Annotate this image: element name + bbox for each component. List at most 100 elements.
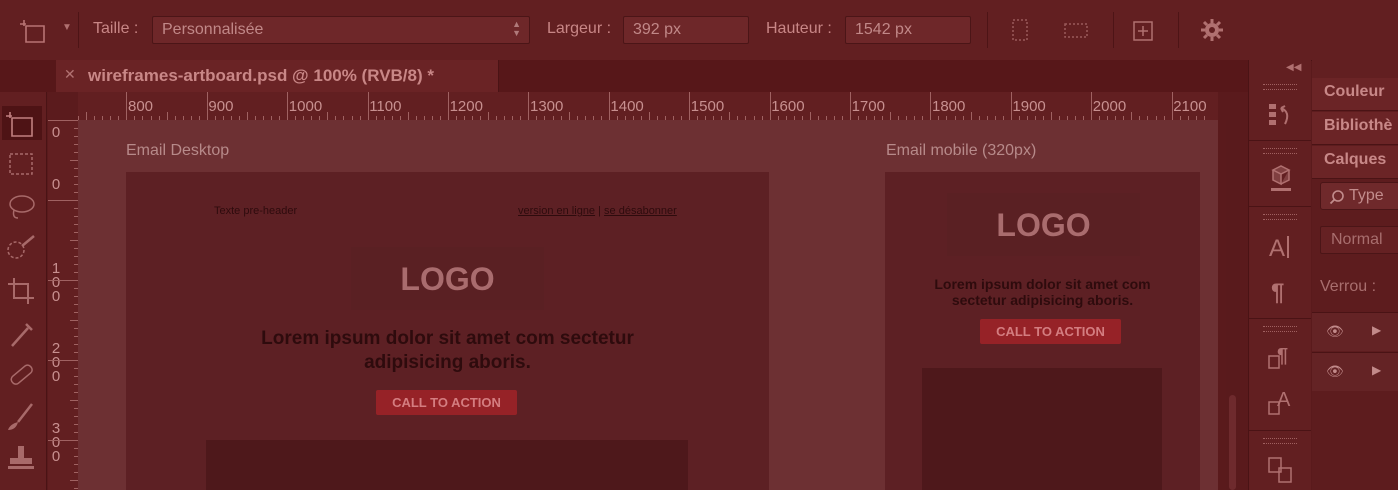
chevron-down-icon[interactable]: ▼ bbox=[62, 22, 72, 33]
ruler-corner bbox=[48, 92, 78, 120]
tab-color[interactable]: Couleur bbox=[1312, 78, 1398, 111]
headline-line-2: adipisicing aboris. bbox=[364, 352, 531, 373]
lock-label: Verrou : bbox=[1320, 278, 1377, 295]
healing-brush-tool-icon[interactable] bbox=[2, 358, 42, 392]
updown-arrows-icon: ▲ ▼ bbox=[512, 19, 521, 38]
paragraph-icon[interactable]: ¶ bbox=[1263, 274, 1297, 308]
3d-object-icon[interactable] bbox=[1263, 162, 1297, 196]
height-value: 1542 px bbox=[855, 21, 912, 38]
ruler-tick bbox=[48, 360, 78, 361]
search-icon bbox=[1329, 190, 1344, 205]
online-version-link[interactable]: version en ligne bbox=[518, 205, 595, 217]
ruler-tick bbox=[970, 112, 972, 120]
tab-libraries[interactable]: Bibliothè bbox=[1312, 112, 1398, 145]
document-tab[interactable]: ✕ wireframes-artboard.psd @ 100% (RVB/8)… bbox=[56, 60, 499, 92]
history-icon[interactable] bbox=[1263, 98, 1297, 132]
panel-icon-strip: ◀◀ A ¶ ¶ A bbox=[1248, 60, 1311, 490]
ruler-label: 1400 bbox=[610, 98, 644, 115]
tab-libraries-label: Bibliothè bbox=[1324, 117, 1393, 134]
character-icon[interactable]: A bbox=[1263, 230, 1297, 264]
eye-icon[interactable]: 👁 bbox=[1326, 363, 1344, 380]
call-to-action-button[interactable]: CALL TO ACTION bbox=[376, 390, 517, 415]
headline-line-1: Lorem ipsum dolor sit amet com bbox=[934, 276, 1151, 292]
artboard-label-desktop[interactable]: Email Desktop bbox=[126, 142, 229, 160]
call-to-action-button[interactable]: CALL TO ACTION bbox=[980, 319, 1121, 344]
headline-line-1: Lorem ipsum dolor sit amet com sectetur bbox=[261, 328, 634, 349]
ruler-label: 2 0 0 bbox=[51, 340, 61, 385]
panel-grip[interactable] bbox=[1263, 84, 1297, 90]
logo-placeholder: LOGO bbox=[947, 193, 1140, 256]
ruler-label: 1500 bbox=[690, 98, 725, 115]
artboard-label-mobile[interactable]: Email mobile (320px) bbox=[886, 142, 1036, 160]
artboard-tool-preset-icon[interactable] bbox=[18, 18, 48, 44]
collapse-panels-icon[interactable]: ◀◀ bbox=[1286, 62, 1301, 73]
artboard-desktop[interactable]: Texte pre-header version en ligne | se d… bbox=[126, 172, 769, 490]
panels-dock: Couleur Bibliothè Calques Type Normal Ve… bbox=[1312, 78, 1398, 490]
vertical-ruler: 0 0 1 0 0 2 0 0 3 0 0 bbox=[48, 120, 79, 490]
headline: Lorem ipsum dolor sit amet com sectetur … bbox=[186, 327, 709, 375]
ruler-tick bbox=[729, 112, 731, 120]
headline: Lorem ipsum dolor sit amet com sectetur … bbox=[905, 276, 1180, 308]
size-select[interactable]: Personnalisée ▲ ▼ bbox=[152, 16, 530, 44]
brush-tool-icon[interactable] bbox=[2, 400, 42, 434]
options-bar: ▼ Taille : Personnalisée ▲ ▼ Largeur : 39… bbox=[0, 0, 1398, 61]
canvas[interactable]: Email Desktop Texte pre-header version e… bbox=[78, 120, 1218, 490]
eye-icon[interactable]: 👁 bbox=[1326, 323, 1344, 340]
expand-arrow-icon[interactable]: ▶ bbox=[1372, 323, 1381, 337]
expand-arrow-icon[interactable]: ▶ bbox=[1372, 363, 1381, 377]
quick-selection-tool-icon[interactable] bbox=[2, 232, 42, 266]
close-icon[interactable]: ✕ bbox=[64, 66, 76, 83]
layer-filter-field[interactable]: Type bbox=[1320, 182, 1398, 210]
svg-text:¶: ¶ bbox=[1271, 279, 1284, 306]
width-field[interactable]: 392 px bbox=[623, 16, 749, 44]
ruler-label: 2100 bbox=[1173, 98, 1207, 115]
svg-text:A: A bbox=[1269, 235, 1285, 262]
panel-grip[interactable] bbox=[1263, 438, 1297, 444]
artboard-tool-icon[interactable] bbox=[2, 106, 42, 140]
artboard-mobile[interactable]: LOGO Lorem ipsum dolor sit amet com sect… bbox=[885, 172, 1200, 490]
panel-grip[interactable] bbox=[1263, 326, 1297, 332]
lasso-tool-icon[interactable] bbox=[2, 190, 42, 224]
marquee-tool-icon[interactable] bbox=[2, 148, 42, 182]
layer-filter-placeholder: Type bbox=[1349, 187, 1384, 204]
landscape-orientation-icon[interactable] bbox=[1062, 16, 1090, 44]
blend-mode-select[interactable]: Normal bbox=[1320, 226, 1398, 254]
tab-layers-label: Calques bbox=[1324, 151, 1387, 168]
character-styles-icon[interactable]: A bbox=[1263, 386, 1297, 420]
ruler-label: 2000 bbox=[1092, 98, 1127, 115]
divider bbox=[1249, 318, 1311, 319]
layer-row[interactable]: 👁 ▶ bbox=[1312, 352, 1398, 391]
ruler-tick bbox=[70, 320, 78, 321]
unsubscribe-link[interactable]: se désabonner bbox=[604, 205, 677, 217]
layer-row[interactable]: 👁 ▶ bbox=[1312, 312, 1398, 351]
vertical-scrollbar[interactable] bbox=[1226, 120, 1240, 490]
gear-icon[interactable] bbox=[1198, 16, 1226, 44]
document-title: wireframes-artboard.psd @ 100% (RVB/8) * bbox=[88, 66, 434, 85]
width-value: 392 px bbox=[633, 21, 682, 38]
panel-grip[interactable] bbox=[1263, 214, 1297, 220]
ruler-tick bbox=[1051, 112, 1052, 120]
svg-text:¶: ¶ bbox=[1277, 345, 1288, 367]
link-separator: | bbox=[595, 205, 605, 217]
ruler-tick bbox=[70, 400, 78, 401]
height-label: Hauteur : bbox=[766, 20, 832, 37]
portrait-orientation-icon[interactable] bbox=[1006, 16, 1034, 44]
scrollbar-thumb[interactable] bbox=[1229, 395, 1236, 490]
tab-layers[interactable]: Calques bbox=[1312, 146, 1398, 179]
glyphs-icon[interactable] bbox=[1263, 452, 1297, 486]
ruler-tick bbox=[809, 112, 811, 120]
ruler-label: 1200 bbox=[449, 98, 483, 115]
eyedropper-tool-icon[interactable] bbox=[2, 316, 42, 350]
stamp-tool-icon[interactable] bbox=[2, 442, 42, 476]
ruler-tick bbox=[166, 112, 168, 120]
add-artboard-icon[interactable] bbox=[1130, 16, 1158, 44]
header-links: version en ligne | se désabonner bbox=[518, 205, 677, 217]
ruler-label: 1800 bbox=[932, 98, 966, 115]
paragraph-styles-icon[interactable]: ¶ bbox=[1263, 340, 1297, 374]
height-field[interactable]: 1542 px bbox=[845, 16, 971, 44]
panel-grip[interactable] bbox=[1263, 148, 1297, 154]
ruler-label: 1300 bbox=[530, 98, 564, 115]
ruler-tick bbox=[70, 240, 78, 241]
image-placeholder bbox=[922, 368, 1162, 490]
crop-tool-icon[interactable] bbox=[2, 274, 42, 308]
